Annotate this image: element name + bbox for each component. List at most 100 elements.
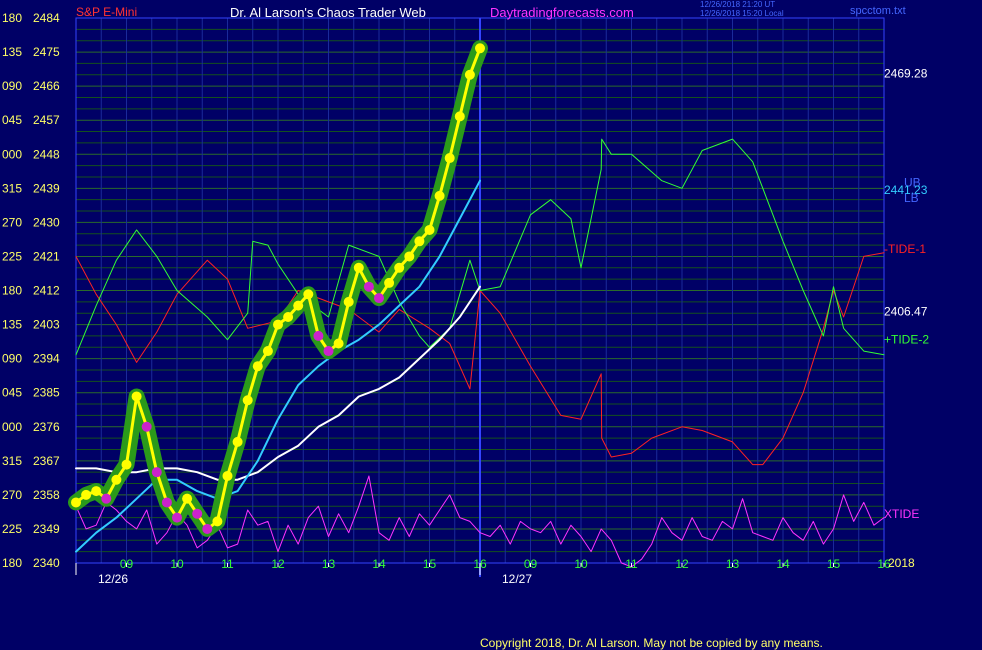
y-tick-angle: 045 bbox=[2, 113, 22, 127]
price-point bbox=[151, 467, 162, 478]
chart-svg: 180 2484 135 2475 090 2466 045 2457 000 2448 315 24… bbox=[2, 11, 929, 586]
price-point bbox=[71, 497, 81, 508]
x-tick-label: 15 bbox=[423, 557, 437, 571]
y-tick-angle: 225 bbox=[2, 249, 22, 263]
x-tick-label: 13 bbox=[322, 557, 336, 571]
header-site: Daytradingforecasts.com bbox=[490, 5, 634, 20]
header-symbol: S&P E-Mini bbox=[76, 5, 138, 19]
right-label: XTIDE bbox=[884, 507, 919, 521]
price-point bbox=[202, 523, 213, 534]
price-point bbox=[333, 338, 344, 349]
y-tick-angle: 135 bbox=[2, 318, 22, 332]
y-tick-price: 2376 bbox=[33, 420, 60, 434]
y-tick-price: 2421 bbox=[33, 249, 60, 263]
price-point bbox=[182, 493, 193, 504]
x-tick-label: 12 bbox=[271, 557, 285, 571]
header-stamp-line1: 12/26/2018 21:20 UT bbox=[700, 0, 776, 9]
right-label: LB bbox=[904, 191, 919, 205]
y-tick-angle: 180 bbox=[2, 556, 22, 570]
right-label: 2018 bbox=[888, 556, 915, 570]
y-tick-angle: 090 bbox=[2, 79, 22, 93]
y-tick-price: 2484 bbox=[33, 11, 60, 25]
x-tick-label: 10 bbox=[170, 557, 184, 571]
price-point bbox=[222, 470, 233, 481]
y-tick-angle: 135 bbox=[2, 45, 22, 59]
y-tick-angle: 270 bbox=[2, 215, 22, 229]
y-tick-angle: 045 bbox=[2, 386, 22, 400]
price-point bbox=[404, 251, 415, 262]
x-tick-label: 15 bbox=[827, 557, 841, 571]
price-point bbox=[192, 508, 203, 519]
x-tick-label: 10 bbox=[574, 557, 588, 571]
x-date-label: 12/27 bbox=[502, 572, 532, 586]
price-point bbox=[414, 236, 425, 247]
right-label: 2469.28 bbox=[884, 67, 928, 81]
price-point bbox=[303, 289, 314, 300]
y-tick-angle: 270 bbox=[2, 488, 22, 502]
price-point bbox=[313, 330, 324, 341]
price-point bbox=[111, 474, 122, 485]
price-point bbox=[172, 512, 182, 523]
price-point bbox=[454, 111, 465, 122]
y-tick-angle: 000 bbox=[2, 420, 22, 434]
header-file: spcctom.txt bbox=[850, 5, 906, 17]
y-tick-price: 2430 bbox=[33, 215, 60, 229]
price-point bbox=[131, 391, 142, 402]
price-point bbox=[91, 486, 102, 497]
x-tick-label: 12 bbox=[675, 557, 689, 571]
x-tick-label: 09 bbox=[524, 557, 538, 571]
x-tick-label: 14 bbox=[776, 557, 790, 571]
y-tick-price: 2367 bbox=[33, 454, 60, 468]
y-tick-price: 2439 bbox=[33, 181, 60, 195]
x-date-label: 12/26 bbox=[98, 572, 128, 586]
y-tick-price: 2466 bbox=[33, 79, 60, 93]
price-point bbox=[242, 395, 253, 406]
price-point bbox=[252, 361, 263, 372]
y-tick-price: 2475 bbox=[33, 45, 60, 59]
price-point bbox=[283, 311, 294, 322]
y-tick-price: 2358 bbox=[33, 488, 60, 502]
price-point bbox=[293, 300, 304, 311]
y-tick-price: 2457 bbox=[33, 113, 60, 127]
y-tick-price: 2448 bbox=[33, 147, 60, 161]
y-tick-angle: 315 bbox=[2, 181, 22, 195]
price-point bbox=[101, 493, 112, 504]
price-point bbox=[262, 346, 273, 357]
price-point bbox=[464, 69, 475, 80]
y-tick-price: 2412 bbox=[33, 284, 60, 298]
price-point bbox=[444, 153, 455, 164]
y-tick-price: 2385 bbox=[33, 386, 60, 400]
grid-layer bbox=[75, 17, 885, 577]
price-point bbox=[475, 43, 485, 54]
x-tick-label: 14 bbox=[372, 557, 386, 571]
price-point bbox=[374, 293, 384, 304]
y-tick-angle: 315 bbox=[2, 454, 22, 468]
y-tick-angle: 180 bbox=[2, 11, 22, 25]
right-label: +TIDE-2 bbox=[884, 333, 929, 347]
x-tick-label: 11 bbox=[221, 557, 234, 571]
price-point bbox=[161, 497, 172, 508]
y-tick-price: 2340 bbox=[33, 556, 60, 570]
price-point bbox=[363, 281, 374, 292]
y-tick-price: 2349 bbox=[33, 522, 60, 536]
price-point bbox=[424, 224, 435, 235]
y-tick-price: 2403 bbox=[33, 318, 60, 332]
price-point bbox=[212, 516, 223, 527]
y-tick-angle: 225 bbox=[2, 522, 22, 536]
x-tick-label: 13 bbox=[726, 557, 740, 571]
price-point bbox=[353, 262, 364, 273]
x-tick-label: 11 bbox=[625, 557, 638, 571]
footer-copyright: Copyright 2018, Dr. Al Larson. May not b… bbox=[480, 636, 823, 650]
price-point bbox=[81, 489, 92, 500]
price-point bbox=[141, 421, 152, 432]
right-label: 2406.47 bbox=[884, 304, 928, 318]
price-point bbox=[384, 277, 395, 288]
header-title: Dr. Al Larson's Chaos Trader Web bbox=[230, 5, 426, 20]
y-tick-angle: 090 bbox=[2, 352, 22, 366]
price-point bbox=[121, 459, 132, 470]
price-point bbox=[273, 319, 283, 330]
x-tick-label: 09 bbox=[120, 557, 134, 571]
y-tick-angle: 180 bbox=[2, 284, 22, 298]
price-point bbox=[434, 190, 445, 201]
price-point bbox=[232, 436, 243, 447]
